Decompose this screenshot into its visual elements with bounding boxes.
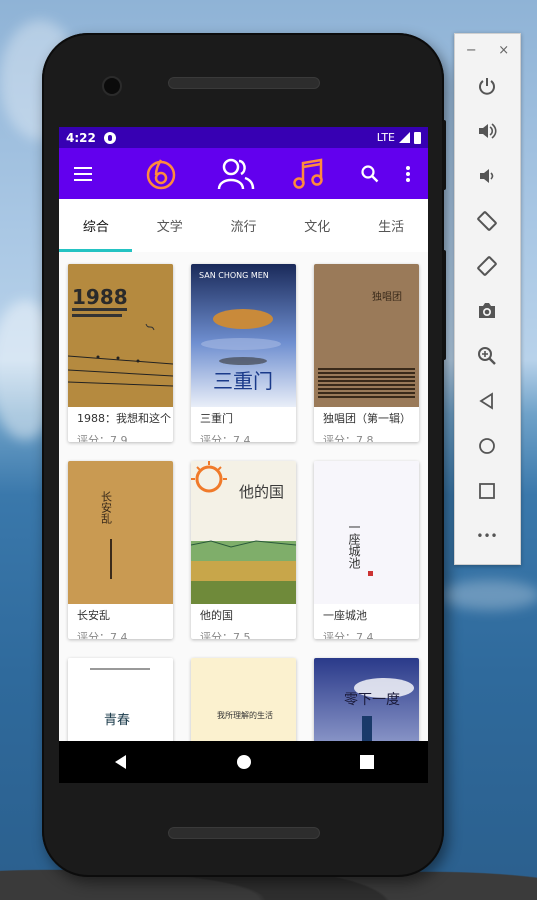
book-rating: 评分：7.4 — [77, 631, 128, 639]
book-cover: 我所理解的生活 — [191, 658, 296, 741]
minimize-button[interactable]: − — [466, 43, 477, 58]
tab-life[interactable]: 生活 — [354, 199, 428, 252]
cover-title: 一座城池 — [347, 521, 361, 569]
book-rating: 评分：7.4 — [200, 434, 251, 442]
book-cover: 青春 — [68, 658, 173, 741]
home-icon[interactable] — [236, 754, 252, 770]
cover-title: 我所理解的生活 — [217, 710, 273, 720]
book-cover: 独唱团 — [314, 264, 419, 407]
book-title: 三重门 — [200, 412, 233, 425]
book-card[interactable]: 我所理解的生活 — [191, 658, 296, 741]
rotate-left-icon[interactable] — [473, 207, 501, 235]
app-screen: 4:22 LTE 综合 文学 流行 文化 生活 1988 1988：我想和这个 … — [59, 127, 428, 741]
friends-icon[interactable] — [214, 148, 258, 199]
battery-icon — [414, 131, 421, 144]
book-title: 一座城池 — [323, 609, 367, 622]
book-card[interactable]: 独唱团 独唱团（第一辑） 评分：7.8 — [314, 264, 419, 442]
book-card[interactable]: 长安乱 长安乱 评分：7.4 — [68, 461, 173, 639]
volume-up-icon[interactable] — [473, 117, 501, 145]
book-cover: 一座城池 — [314, 461, 419, 604]
tab-literature[interactable]: 文学 — [133, 199, 207, 252]
cover-title: 独唱团 — [372, 290, 402, 303]
book-rating: 评分：7.8 — [323, 434, 374, 442]
tab-popular[interactable]: 流行 — [207, 199, 281, 252]
power-icon[interactable] — [473, 72, 501, 100]
search-icon[interactable] — [357, 148, 383, 199]
system-nav-bar — [59, 741, 428, 783]
menu-icon[interactable] — [71, 148, 97, 199]
book-title: 1988：我想和这个 — [77, 412, 171, 425]
book-cover: 他的国 — [191, 461, 296, 604]
emulator-toolbar: − × ••• — [454, 33, 521, 565]
book-card[interactable]: 青春 — [68, 658, 173, 741]
power-key — [442, 120, 446, 190]
notification-icon — [103, 131, 116, 144]
discover-icon[interactable] — [141, 148, 181, 199]
status-bar: 4:22 LTE — [59, 127, 428, 148]
cover-title: 长安乱 — [100, 491, 113, 524]
overview-icon[interactable] — [473, 477, 501, 505]
status-time: 4:22 — [66, 130, 96, 145]
book-rating: 评分：7.4 — [323, 631, 374, 639]
network-label: LTE — [376, 131, 395, 144]
book-card[interactable]: 零下一度 — [314, 658, 419, 741]
front-camera — [102, 76, 122, 96]
book-grid: 1988 1988：我想和这个 评分：7.9 SAN CHONG MEN 三重门… — [59, 252, 428, 741]
cover-title: 三重门 — [213, 369, 273, 393]
music-icon[interactable] — [289, 148, 329, 199]
app-bar — [59, 148, 428, 199]
cover-title: 他的国 — [239, 483, 284, 501]
tab-culture[interactable]: 文化 — [280, 199, 354, 252]
cover-title: 1988 — [72, 285, 128, 309]
category-tabs: 综合 文学 流行 文化 生活 — [59, 199, 428, 253]
volume-key — [442, 250, 446, 360]
book-card[interactable]: 他的国 他的国 评分：7.5 — [191, 461, 296, 639]
bottom-speaker — [168, 827, 320, 839]
book-cover: 零下一度 — [314, 658, 419, 741]
back-icon[interactable] — [473, 387, 501, 415]
more-icon[interactable]: ••• — [473, 522, 501, 550]
book-rating: 评分：7.9 — [77, 434, 128, 442]
book-rating: 评分：7.5 — [200, 631, 251, 639]
top-speaker — [168, 77, 320, 89]
more-options-icon[interactable] — [397, 148, 419, 199]
back-icon[interactable] — [113, 754, 129, 770]
recents-icon[interactable] — [360, 755, 375, 769]
close-button[interactable]: × — [498, 43, 509, 58]
book-card[interactable]: SAN CHONG MEN 三重门 三重门 评分：7.4 — [191, 264, 296, 442]
rotate-right-icon[interactable] — [473, 252, 501, 280]
volume-down-icon[interactable] — [473, 162, 501, 190]
cover-title: 零下一度 — [344, 692, 400, 708]
tab-comprehensive[interactable]: 综合 — [59, 199, 133, 252]
zoom-icon[interactable] — [473, 342, 501, 370]
home-icon[interactable] — [473, 432, 501, 460]
svg-text:SAN CHONG MEN: SAN CHONG MEN — [199, 271, 269, 280]
cover-title: 青春 — [104, 713, 130, 728]
camera-icon[interactable] — [473, 297, 501, 325]
book-cover: SAN CHONG MEN 三重门 — [191, 264, 296, 407]
book-title: 独唱团（第一辑） — [323, 412, 411, 425]
book-cover: 长安乱 — [68, 461, 173, 604]
book-cover: 1988 — [68, 264, 173, 407]
signal-icon — [399, 132, 410, 143]
book-title: 他的国 — [200, 609, 233, 622]
book-title: 长安乱 — [77, 609, 110, 622]
book-card[interactable]: 1988 1988：我想和这个 评分：7.9 — [68, 264, 173, 442]
book-card[interactable]: 一座城池 一座城池 评分：7.4 — [314, 461, 419, 639]
